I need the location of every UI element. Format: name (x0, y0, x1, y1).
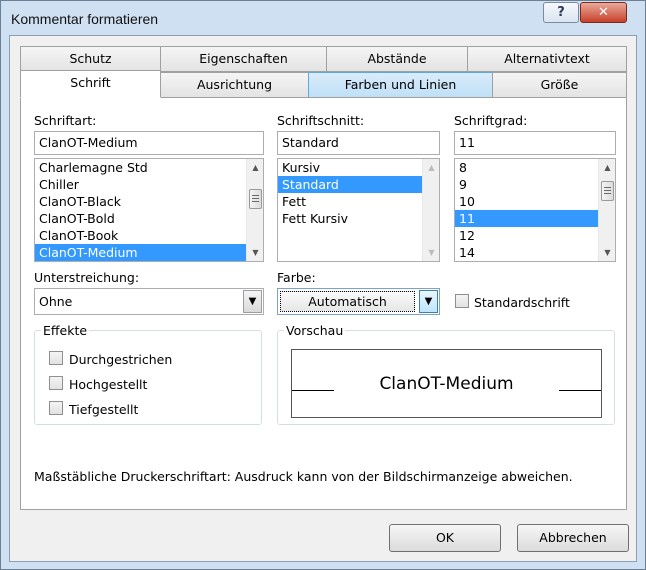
font-tab-panel: Schriftart: ClanOT-Medium Charlemagne St… (20, 97, 627, 510)
tab-ausrichtung[interactable]: Ausrichtung (160, 72, 309, 98)
size-list[interactable]: 8 9 10 11 12 14 ▲ ▼ (454, 158, 616, 262)
color-select[interactable]: Automatisch ▼ (277, 288, 440, 315)
style-list-item[interactable]: Fett Kursiv (278, 210, 439, 227)
font-list-item[interactable]: ClanOT-Bold (35, 210, 263, 227)
size-list-item[interactable]: 12 (455, 227, 615, 244)
style-list-item[interactable]: Fett (278, 193, 439, 210)
size-list-item[interactable]: 8 (455, 159, 615, 176)
size-label: Schriftgrad: (454, 113, 528, 128)
chevron-down-icon[interactable]: ▼ (243, 290, 262, 313)
effects-title: Effekte (41, 323, 90, 338)
preview-group: Vorschau ClanOT-Medium (277, 323, 615, 425)
style-list-scrollbar[interactable]: ▲ ▼ (422, 159, 439, 261)
normal-font-checkbox[interactable] (455, 294, 469, 308)
underline-select[interactable]: Ohne ▼ (34, 288, 264, 315)
style-list-item-selected[interactable]: Standard (278, 176, 422, 193)
cancel-button[interactable]: Abbrechen (517, 524, 629, 552)
title-bar[interactable]: Kommentar formatieren ? ✕ (1, 1, 645, 35)
effects-group: Effekte Durchgestrichen Hochgestellt Tie… (34, 323, 262, 425)
strikethrough-checkbox[interactable] (49, 351, 63, 365)
underline-label: Unterstreichung: (34, 270, 140, 285)
scroll-up-icon[interactable]: ▲ (599, 159, 615, 176)
help-button[interactable]: ? (543, 2, 579, 23)
printer-font-info: Maßstäbliche Druckerschriftart: Ausdruck… (34, 469, 573, 484)
tab-schrift[interactable]: Schrift (20, 70, 161, 98)
font-list[interactable]: Charlemagne Std Chiller ClanOT-Black Cla… (34, 158, 264, 262)
font-list-item-selected[interactable]: ClanOT-Medium (35, 244, 246, 261)
preview-baseline-right (559, 390, 601, 391)
strikethrough-label[interactable]: Durchgestrichen (69, 352, 172, 367)
close-button[interactable]: ✕ (580, 2, 627, 23)
superscript-label[interactable]: Hochgestellt (69, 377, 147, 392)
tab-schutz[interactable]: Schutz (20, 46, 161, 72)
style-list[interactable]: Kursiv Standard Fett Fett Kursiv ▲ ▼ (277, 158, 440, 262)
font-list-item[interactable]: ClanOT-Book (35, 227, 263, 244)
size-list-item[interactable]: 9 (455, 176, 615, 193)
subscript-checkbox[interactable] (49, 401, 63, 415)
preview-text: ClanOT-Medium (379, 374, 514, 394)
close-icon: ✕ (598, 5, 609, 20)
tab-alternativtext[interactable]: Alternativtext (467, 46, 627, 72)
size-list-item-selected[interactable]: 11 (455, 210, 598, 227)
tab-groesse[interactable]: Größe (492, 72, 627, 98)
preview-title: Vorschau (284, 323, 346, 338)
tab-abstaende[interactable]: Abstände (326, 46, 468, 72)
font-label: Schriftart: (34, 113, 97, 128)
preview-box: ClanOT-Medium (291, 349, 602, 418)
scroll-up-icon[interactable]: ▲ (423, 159, 439, 176)
underline-value: Ohne (39, 294, 73, 309)
style-list-item[interactable]: Kursiv (278, 159, 439, 176)
font-list-item[interactable]: ClanOT-Black (35, 193, 263, 210)
normal-font-label[interactable]: Standardschrift (474, 295, 570, 310)
size-list-item[interactable]: 10 (455, 193, 615, 210)
dialog-window: Kommentar formatieren ? ✕ Schutz Eigensc… (0, 0, 646, 570)
style-label: Schriftschnitt: (277, 113, 365, 128)
style-input[interactable]: Standard (277, 131, 440, 155)
window-title: Kommentar formatieren (11, 11, 159, 27)
scroll-down-icon[interactable]: ▼ (423, 244, 439, 261)
font-input[interactable]: ClanOT-Medium (34, 131, 264, 155)
size-input[interactable]: 11 (454, 131, 616, 155)
font-list-item[interactable]: Chiller (35, 176, 263, 193)
color-value: Automatisch (280, 291, 415, 312)
font-list-scrollbar[interactable]: ▲ ▼ (246, 159, 263, 261)
tab-eigenschaften[interactable]: Eigenschaften (160, 46, 327, 72)
scroll-down-icon[interactable]: ▼ (247, 244, 263, 261)
chevron-down-icon[interactable]: ▼ (419, 290, 438, 313)
superscript-checkbox[interactable] (49, 376, 63, 390)
scroll-up-icon[interactable]: ▲ (247, 159, 263, 176)
font-list-item[interactable]: Charlemagne Std (35, 159, 263, 176)
scroll-thumb[interactable] (249, 189, 262, 209)
tab-farben-und-linien[interactable]: Farben und Linien (308, 72, 493, 98)
size-list-item[interactable]: 14 (455, 244, 615, 261)
color-label: Farbe: (277, 270, 316, 285)
subscript-label[interactable]: Tiefgestellt (69, 402, 138, 417)
dialog-client: Schutz Eigenschaften Abstände Alternativ… (9, 35, 637, 562)
size-list-scrollbar[interactable]: ▲ ▼ (598, 159, 615, 261)
scroll-thumb[interactable] (601, 181, 614, 201)
scroll-down-icon[interactable]: ▼ (599, 244, 615, 261)
ok-button[interactable]: OK (389, 524, 501, 552)
